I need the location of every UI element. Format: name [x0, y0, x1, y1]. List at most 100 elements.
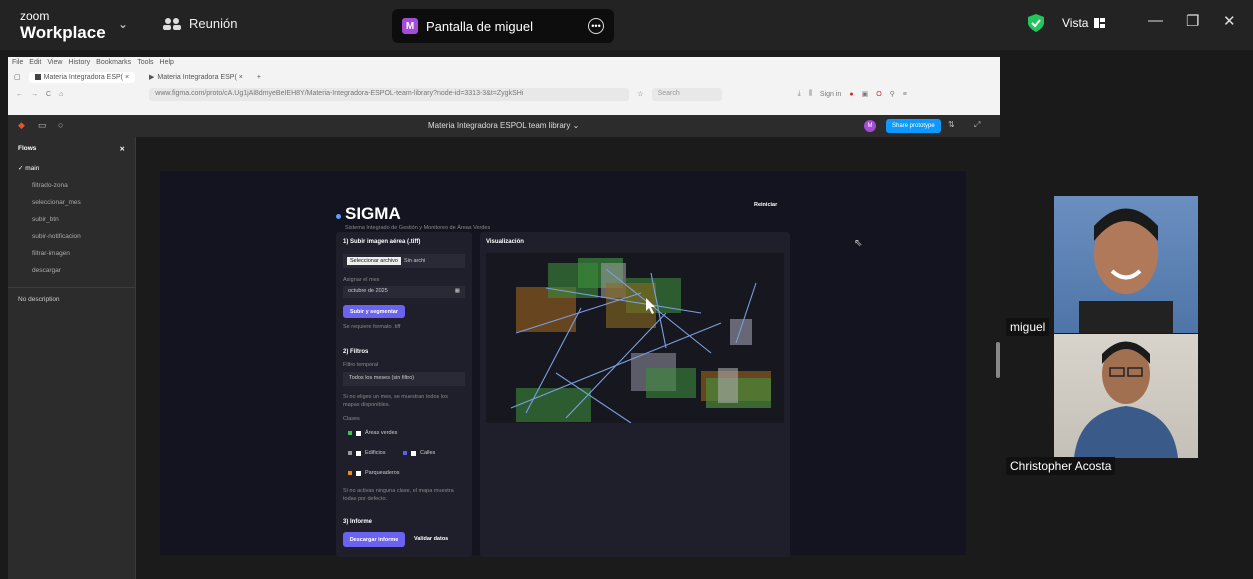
flow-item[interactable]: subir-notificacion [8, 228, 135, 245]
flow-item-main[interactable]: ✓ main [8, 159, 135, 177]
file-picker[interactable]: Seleccionar archivo Sin archi [343, 254, 465, 268]
menu-help[interactable]: Help [160, 59, 174, 67]
app-menu-icon[interactable]: ≡ [903, 91, 907, 98]
color-swatch [348, 451, 352, 455]
brand-dot [336, 214, 341, 219]
comment-icon[interactable]: ○ [58, 120, 63, 130]
url-input[interactable]: www.figma.com/proto/cA.Ug1jAl8dmyeBeIEH8… [149, 87, 630, 101]
calendar-icon[interactable]: ▦ [455, 288, 460, 296]
tab-list-icon[interactable]: ▢ [14, 73, 21, 81]
choose-file-button[interactable]: Seleccionar archivo [347, 257, 401, 265]
participant-video-christopher[interactable] [1054, 334, 1198, 458]
forward-icon[interactable]: → [31, 91, 38, 98]
upload-segment-button[interactable]: Subir y segmentar [343, 305, 405, 318]
bookmark-star-icon[interactable]: ☆ [637, 90, 643, 98]
expand-icon[interactable]: ⤢ [974, 120, 980, 130]
color-swatch [403, 451, 407, 455]
filter-note: Si no eliges un mes, se muestran todos l… [343, 394, 448, 408]
user-avatar[interactable]: M [864, 120, 876, 132]
prototype-title[interactable]: Materia Integradora ESPOL team library ⌄ [428, 121, 579, 130]
flows-panel: Flows ✕ ✓ main filtrado-zona seleccionar_… [8, 137, 136, 579]
menu-bookmarks[interactable]: Bookmarks [96, 59, 131, 67]
segmentation-map [486, 253, 784, 424]
search-input[interactable]: Search [651, 87, 722, 101]
month-input[interactable]: octubre de 2025 ▦ [343, 286, 465, 298]
flow-item[interactable]: filtrar-imagen [8, 245, 135, 262]
participant-video-miguel[interactable] [1054, 196, 1198, 333]
menu-history[interactable]: History [68, 59, 90, 67]
participant-silhouette [1074, 341, 1178, 458]
menu-view[interactable]: View [47, 59, 62, 67]
extension-icon[interactable]: ● [849, 91, 853, 98]
home-icon[interactable]: ⌂ [59, 91, 63, 98]
figma-favicon-icon [34, 74, 41, 80]
figma-logo-icon[interactable]: ◆ [18, 120, 25, 131]
reset-button[interactable]: Reiniciar [754, 202, 777, 208]
browser-tab[interactable]: Materia Integradora ESP( × [28, 71, 136, 83]
controls-panel: 1) Subir imagen aérea (.tiff) Selecciona… [336, 232, 472, 557]
checkbox[interactable] [411, 450, 416, 456]
menu-file[interactable]: File [12, 59, 23, 67]
sharer-avatar: M [402, 18, 418, 34]
close-icon[interactable]: ✕ [120, 145, 125, 153]
menu-edit[interactable]: Edit [29, 59, 41, 67]
building-region [730, 319, 752, 345]
classes-label: Clases [343, 416, 360, 422]
participant-name-christopher: Christopher Acosta [1006, 457, 1116, 475]
minimize-icon[interactable]: — [1148, 12, 1163, 29]
people-icon [163, 17, 181, 30]
extensions-icon[interactable]: ⚲ [890, 90, 895, 98]
close-icon[interactable]: ✕ [1223, 12, 1236, 30]
options-icon[interactable]: ⇅ [948, 120, 955, 129]
library-icon[interactable]: ⫼ [809, 90, 812, 98]
navigation-bar: ← → C ⌂ www.figma.com/proto/cA.Ug1jAl8dm… [8, 85, 1000, 103]
checkbox[interactable] [356, 470, 361, 476]
visualization-title: Visualización [486, 239, 524, 245]
view-menu[interactable]: Vista [1062, 16, 1106, 30]
share-prototype-button[interactable]: Share prototype [886, 119, 941, 133]
menu-tools[interactable]: Tools [137, 59, 153, 67]
flow-item[interactable]: filtrado-zona [8, 177, 135, 194]
browser-menu-bar: File Edit View History Bookmarks Tools H… [8, 57, 1000, 69]
screen-share-tab[interactable]: M Pantalla de miguel ••• [392, 9, 614, 43]
validate-data-button[interactable]: Validar datos [414, 536, 448, 542]
back-icon[interactable]: ← [16, 91, 23, 98]
view-label: Vista [1062, 16, 1089, 30]
cursor-icon: ⇖ [854, 238, 863, 249]
panel-resize-handle[interactable] [996, 342, 1000, 378]
download-icon[interactable]: ⤓ [798, 90, 801, 98]
meeting-label: Reunión [189, 16, 238, 31]
visualization-panel: Visualización [480, 232, 790, 557]
flow-item[interactable]: descargar [8, 262, 135, 279]
extension-icon[interactable]: ▣ [862, 90, 869, 98]
color-swatch [348, 431, 352, 435]
meeting-menu[interactable]: Reunión [163, 16, 237, 31]
browser-tab[interactable]: ▶ Materia Integradora ESP( × [143, 71, 249, 83]
sigma-frame: SIGMA Sistema Integrado de Gestión y Mon… [160, 171, 966, 557]
class-toggle-green[interactable]: Áreas verdes [348, 430, 397, 436]
class-toggle-streets[interactable]: Calles [403, 450, 435, 456]
flow-item[interactable]: seleccionar_mes [8, 194, 135, 211]
temporal-filter-select[interactable]: Todos los meses (sin filtro) [343, 372, 465, 386]
class-toggle-parking[interactable]: Parqueaderos [348, 470, 400, 476]
color-swatch [348, 471, 352, 475]
zoom-logo: zoom Workplace [20, 10, 106, 41]
checkbox[interactable] [356, 430, 361, 436]
zoom-logo-big: Workplace [20, 23, 106, 42]
shield-check-icon[interactable] [1028, 14, 1044, 32]
upload-section-title: 1) Subir imagen aérea (.tiff) [343, 239, 421, 245]
sign-in-link[interactable]: Sign in [820, 91, 841, 98]
chevron-down-icon[interactable]: ⌄ [118, 17, 128, 31]
more-options-icon[interactable]: ••• [588, 18, 604, 34]
sidebar-toggle-icon[interactable]: ▭ [38, 120, 47, 131]
new-tab-icon[interactable]: + [257, 74, 261, 81]
restore-icon[interactable]: ❐ [1186, 12, 1199, 30]
participant-name-miguel: miguel [1006, 318, 1050, 336]
extension-icon[interactable]: O [876, 91, 881, 98]
zoom-title-bar: zoom Workplace ⌄ Reunión M Pantalla de m… [0, 0, 1253, 50]
reload-icon[interactable]: C [46, 91, 51, 98]
checkbox[interactable] [356, 450, 361, 456]
download-report-button[interactable]: Descargar informe [343, 532, 405, 547]
flow-item[interactable]: subir_btn [8, 211, 135, 228]
class-toggle-buildings[interactable]: Edificios [348, 450, 385, 456]
